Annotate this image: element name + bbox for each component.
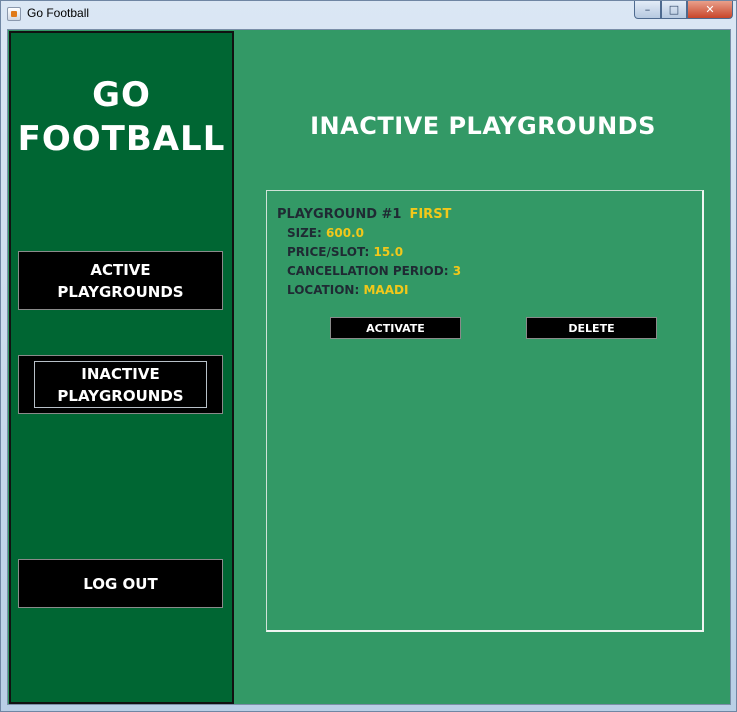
location-label: LOCATION: <box>287 283 360 297</box>
playground-location: LOCATION: MAADI <box>287 283 408 297</box>
playground-cancellation: CANCELLATION PERIOD: 3 <box>287 264 461 278</box>
activate-button[interactable]: ACTIVATE <box>330 317 461 339</box>
title-bar[interactable]: Go Football – □ ✕ <box>1 1 736 27</box>
size-label: SIZE: <box>287 226 322 240</box>
inactive-playgrounds-label-1: INACTIVE <box>81 364 160 383</box>
active-playgrounds-label-1: ACTIVE <box>90 260 151 279</box>
price-value: 15.0 <box>373 245 404 259</box>
delete-button[interactable]: DELETE <box>526 317 657 339</box>
close-button[interactable]: ✕ <box>687 1 733 19</box>
app-logo: GO FOOTBALL <box>11 73 232 161</box>
size-value: 600.0 <box>326 226 364 240</box>
playground-price: PRICE/SLOT: 15.0 <box>287 245 403 259</box>
playground-header: PLAYGROUND #1 FIRST <box>277 207 451 222</box>
inactive-playgrounds-label-2: PLAYGROUNDS <box>57 386 184 405</box>
client-area: GO FOOTBALL ACTIVE PLAYGROUNDS INACTIVE … <box>7 29 731 705</box>
cancellation-value: 3 <box>452 264 462 278</box>
playground-list-panel: PLAYGROUND #1 FIRST SIZE: 600.0 PRICE/SLO… <box>266 190 704 632</box>
cancellation-label: CANCELLATION PERIOD: <box>287 264 449 278</box>
page-title: INACTIVE PLAYGROUNDS <box>310 112 656 140</box>
logo-line-1: GO <box>92 75 151 115</box>
price-label: PRICE/SLOT: <box>287 245 370 259</box>
app-window: Go Football – □ ✕ GO FOOTBALL ACTIVE PLA… <box>0 0 737 712</box>
playground-name: FIRST <box>409 207 452 222</box>
active-playgrounds-label-2: PLAYGROUNDS <box>57 282 184 301</box>
logo-line-2: FOOTBALL <box>17 119 226 159</box>
inactive-playgrounds-button[interactable]: INACTIVE PLAYGROUNDS <box>18 355 223 414</box>
sidebar: GO FOOTBALL ACTIVE PLAYGROUNDS INACTIVE … <box>9 31 234 704</box>
java-app-icon <box>7 7 21 21</box>
active-playgrounds-button[interactable]: ACTIVE PLAYGROUNDS <box>18 251 223 310</box>
log-out-button[interactable]: LOG OUT <box>18 559 223 608</box>
playground-size: SIZE: 600.0 <box>287 226 364 240</box>
minimize-button[interactable]: – <box>634 1 661 19</box>
playground-number: PLAYGROUND #1 <box>277 207 402 222</box>
maximize-button[interactable]: □ <box>661 1 687 19</box>
focus-ring: INACTIVE PLAYGROUNDS <box>34 361 207 408</box>
location-value: MAADI <box>363 283 409 297</box>
window-title: Go Football <box>27 6 90 20</box>
